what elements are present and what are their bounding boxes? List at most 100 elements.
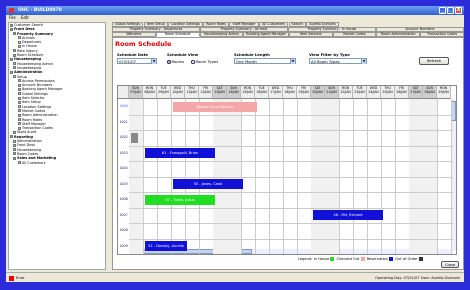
- day-header: SUN 21/JAN: [325, 86, 339, 99]
- day-date: 07/JAN: [130, 89, 141, 94]
- room-number[interactable]: 1008: [118, 224, 129, 237]
- refresh-button[interactable]: Refresh: [419, 57, 449, 65]
- app-window: OHC - BUILD0070 _ □ X File Edit Customer…: [6, 6, 464, 282]
- tree-node-icon: [10, 23, 13, 27]
- schedule-view-label: Schedule View: [167, 52, 199, 57]
- grid-hline: [129, 161, 453, 162]
- tree-node-icon: [18, 96, 21, 100]
- booking-bar[interactable]: Bessie Coco Ohlinkle: [173, 101, 257, 112]
- day-date: 12/JAN: [200, 89, 211, 94]
- day-date: 21/JAN: [326, 89, 337, 94]
- booking-bar[interactable]: 61 - Fumagalli, Brian: [145, 148, 215, 158]
- vertical-scroll-thumb[interactable]: [451, 101, 456, 121]
- room-number[interactable]: 1005: [118, 178, 129, 191]
- day-header: MON 08/JAN: [143, 86, 157, 99]
- day-header: FRI 26/JAN: [395, 86, 409, 99]
- day-date: 27/JAN: [410, 89, 421, 94]
- status-text: Error: [16, 276, 25, 280]
- booking-bar[interactable]: 52 - Dorsoly, Aurelio: [145, 241, 187, 251]
- tree-node-icon: [18, 126, 21, 130]
- chevron-down-icon[interactable]: ▼: [290, 59, 295, 64]
- tree-node-icon: [18, 36, 21, 40]
- close-window-button[interactable]: X: [455, 7, 462, 14]
- tree-node-icon: [13, 148, 16, 152]
- maximize-button[interactable]: □: [447, 7, 454, 14]
- tree-node-icon: [18, 113, 21, 117]
- booking-bar[interactable]: 46 - Fitt, Richard: [313, 210, 383, 220]
- close-button[interactable]: Close: [441, 261, 459, 268]
- tree-node-icon: [18, 79, 21, 83]
- schedule-date-field[interactable]: 07/01/07 ▼: [117, 58, 157, 64]
- vertical-scrollbar[interactable]: [451, 99, 456, 251]
- day-date: 08/JAN: [144, 89, 155, 94]
- booking-bar[interactable]: 57 - Tiahn, Julius: [145, 194, 215, 205]
- day-header: SUN 07/JAN: [129, 86, 143, 99]
- tree-node-icon: [18, 40, 21, 44]
- tree-node-icon: [13, 75, 16, 79]
- day-date: 14/JAN: [228, 89, 239, 94]
- day-header: SAT 27/JAN: [409, 86, 423, 99]
- chevron-down-icon[interactable]: ▼: [361, 59, 366, 64]
- legend-out-of-order-swatch: [418, 257, 423, 261]
- legend-checked-out-swatch: [360, 257, 365, 261]
- tree-item[interactable]: All Customers: [9, 161, 105, 165]
- day-header: SUN 14/JAN: [227, 86, 241, 99]
- window-title: OHC - BUILD0070: [18, 8, 62, 13]
- tree-node-icon: [18, 87, 21, 91]
- room-number[interactable]: 1001: [118, 116, 129, 129]
- room-number[interactable]: 1002: [118, 131, 129, 144]
- day-header: SAT 20/JAN: [311, 86, 325, 99]
- radio-rooms-label: Rooms: [171, 59, 185, 64]
- grid-hline: [129, 238, 453, 240]
- radio-room-types[interactable]: Room Types: [191, 59, 218, 64]
- day-header: TUE 09/JAN: [157, 86, 171, 99]
- radio-rooms[interactable]: Rooms: [167, 59, 184, 64]
- schedule-length-value: One Month: [236, 59, 257, 64]
- schedule-length-select[interactable]: One Month ▼: [234, 58, 296, 64]
- day-date: 22/JAN: [340, 89, 351, 94]
- room-number[interactable]: 1007: [118, 209, 129, 222]
- view-filter-select[interactable]: All Room Types ▼: [309, 58, 367, 64]
- day-header: WED 24/JAN: [367, 86, 381, 99]
- tree-node-icon: [18, 122, 21, 126]
- menu-file[interactable]: File: [9, 15, 16, 20]
- legend-checked-out-label: Checked Out: [336, 257, 360, 261]
- day-date: 13/JAN: [214, 89, 225, 94]
- tree-node-icon: [13, 62, 16, 66]
- tree-node-icon: [10, 57, 13, 61]
- tree-item-label: All Customers: [22, 160, 46, 165]
- day-header: SUN 28/JAN: [423, 86, 437, 99]
- tree-node-icon: [13, 130, 16, 134]
- tree-node-icon: [13, 156, 16, 160]
- day-date: 11/JAN: [186, 89, 197, 94]
- radio-selected-icon: [167, 60, 171, 64]
- room-number[interactable]: 1009: [118, 240, 129, 253]
- tree-node-icon: [13, 152, 16, 156]
- room-number[interactable]: 1000: [118, 100, 129, 113]
- grid-hline: [129, 223, 453, 224]
- tree-node-icon: [13, 53, 16, 57]
- minimize-button[interactable]: _: [439, 7, 446, 14]
- room-number[interactable]: 1006: [118, 193, 129, 206]
- status-bar: Error Operating Day: 07/01/07 User: Aure…: [6, 272, 464, 282]
- day-header: MON 15/JAN: [241, 86, 255, 99]
- tree-node-icon: [18, 100, 21, 104]
- schedule-grid: SUN 07/JAN MON 08/JAN TUE 09/JAN WED 10/JAN THU 1…: [117, 85, 457, 255]
- view-filter-label: View Filter by Type: [309, 52, 350, 57]
- menu-edit[interactable]: Edit: [21, 15, 29, 20]
- room-number[interactable]: 1003: [118, 147, 129, 160]
- schedule-date-value: 07/01/07: [119, 59, 137, 64]
- tree-node-icon: [13, 66, 16, 70]
- room-number[interactable]: 1004: [118, 162, 129, 175]
- tree-node-icon: [10, 70, 13, 74]
- booking-bar[interactable]: 50 - Jones, Carol: [173, 179, 243, 189]
- grid-hline: [129, 130, 453, 131]
- grid-hline: [129, 254, 453, 255]
- day-header: FRI 19/JAN: [297, 86, 311, 99]
- tree-node-icon: [13, 139, 16, 143]
- day-date: 15/JAN: [242, 89, 253, 94]
- app-icon: [9, 8, 14, 13]
- chevron-down-icon[interactable]: ▼: [151, 59, 156, 64]
- grid-hline: [129, 207, 453, 209]
- booking-bar[interactable]: [131, 132, 138, 143]
